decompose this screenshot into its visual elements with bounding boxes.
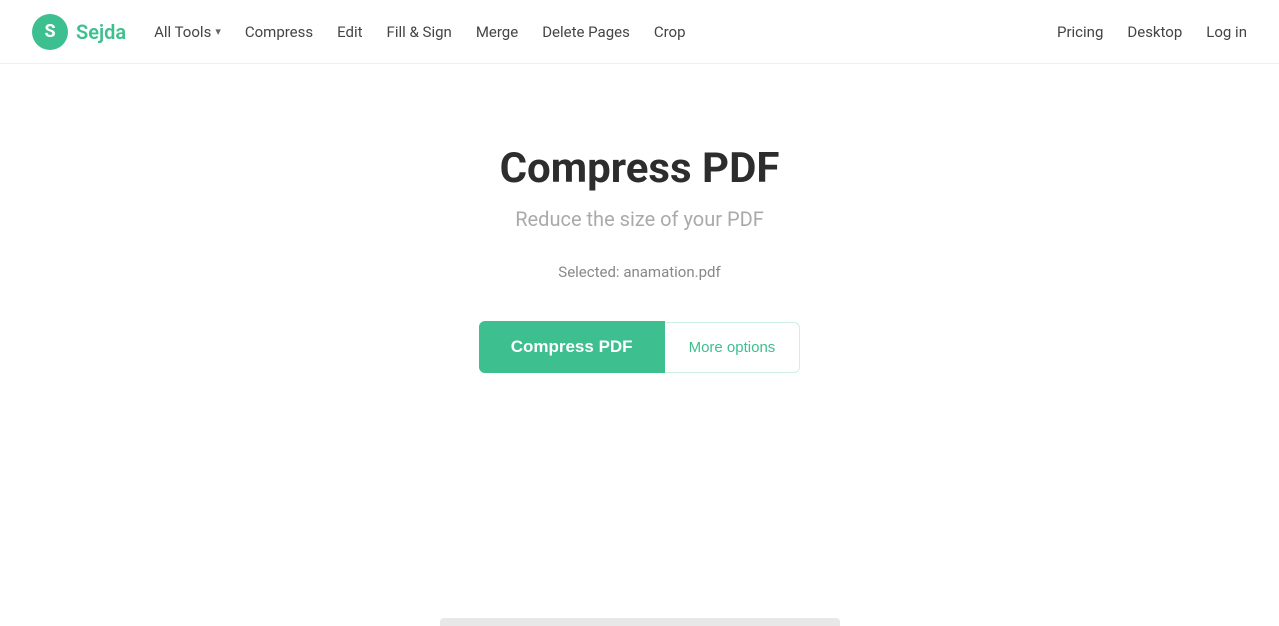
chevron-down-icon: ▾ — [215, 25, 221, 38]
logo-text: Sejda — [76, 20, 126, 44]
nav-pricing[interactable]: Pricing — [1057, 23, 1103, 41]
nav-login[interactable]: Log in — [1206, 23, 1247, 41]
nav-right: Pricing Desktop Log in — [1057, 23, 1247, 41]
nav-fill-sign[interactable]: Fill & Sign — [387, 23, 452, 41]
nav-left: S Sejda All Tools ▾ Compress Edit Fill &… — [32, 14, 686, 50]
bottom-bar-decoration — [440, 618, 840, 626]
primary-nav: All Tools ▾ Compress Edit Fill & Sign Me… — [154, 23, 685, 41]
nav-edit[interactable]: Edit — [337, 23, 362, 41]
nav-crop[interactable]: Crop — [654, 23, 686, 41]
site-header: S Sejda All Tools ▾ Compress Edit Fill &… — [0, 0, 1279, 64]
logo-icon: S — [32, 14, 68, 50]
more-options-button[interactable]: More options — [665, 322, 801, 373]
action-buttons: Compress PDF More options — [479, 321, 801, 373]
logo-link[interactable]: S Sejda — [32, 14, 126, 50]
selected-filename: anamation.pdf — [623, 263, 720, 281]
nav-all-tools[interactable]: All Tools ▾ — [154, 23, 221, 41]
page-subtitle: Reduce the size of your PDF — [515, 207, 764, 231]
nav-delete-pages[interactable]: Delete Pages — [542, 23, 630, 41]
nav-compress[interactable]: Compress — [245, 23, 313, 41]
selected-file-info: Selected: anamation.pdf — [558, 263, 720, 281]
compress-pdf-button[interactable]: Compress PDF — [479, 321, 665, 373]
nav-desktop[interactable]: Desktop — [1127, 23, 1182, 41]
nav-merge[interactable]: Merge — [476, 23, 518, 41]
main-content: Compress PDF Reduce the size of your PDF… — [0, 64, 1279, 373]
page-title: Compress PDF — [500, 144, 780, 193]
